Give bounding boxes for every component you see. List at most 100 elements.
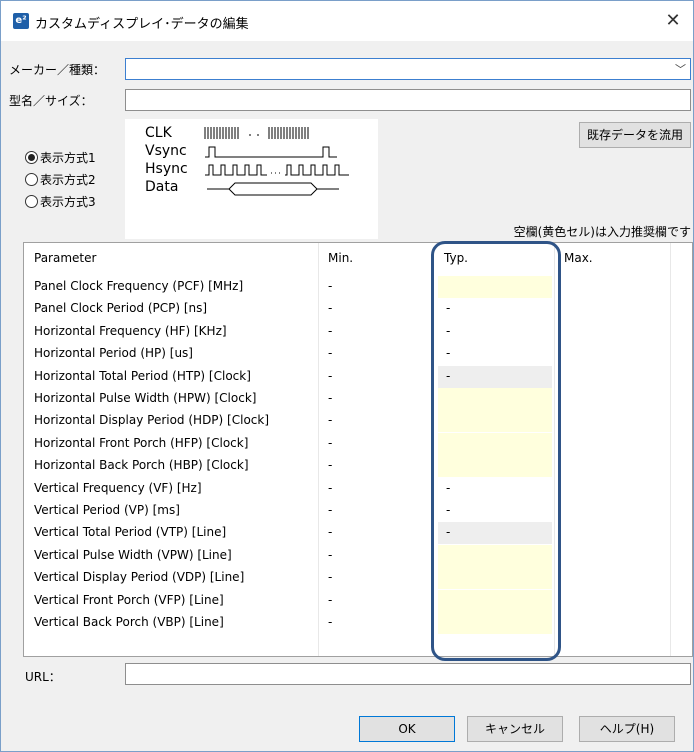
max-cell[interactable]: [555, 590, 669, 612]
parameter-name: Vertical Frequency (VF) [Hz]: [34, 480, 202, 495]
max-cell[interactable]: [555, 410, 669, 432]
min-cell: -: [328, 480, 333, 495]
input-recommended-note: 空欄(黄色セル)は入力推奨欄です: [513, 225, 691, 239]
radio-selected-icon: [25, 151, 38, 164]
max-cell[interactable]: [555, 567, 669, 589]
min-cell: -: [328, 301, 333, 316]
table-row: Horizontal Period (HP) [us] - -: [24, 343, 692, 365]
timing-waveforms: [204, 127, 349, 196]
max-cell[interactable]: [555, 455, 669, 477]
parameter-name: Horizontal Total Period (HTP) [Clock]: [34, 368, 251, 383]
maker-label: メーカー／種類：: [9, 63, 106, 77]
max-cell[interactable]: [555, 522, 669, 544]
timing-diagram: CLK Vsync Hsync Data: [125, 119, 378, 239]
table-row: Horizontal Frequency (HF) [KHz] - -: [24, 321, 692, 343]
ok-button[interactable]: OK: [359, 716, 455, 742]
table-row: Vertical Display Period (VDP) [Line] -: [24, 567, 692, 590]
parameter-table: Parameter Min. Typ. Max. Panel Clock Fre…: [23, 242, 693, 657]
url-label: URL：: [25, 670, 61, 684]
min-cell: -: [328, 323, 333, 338]
table-row: Horizontal Front Porch (HFP) [Clock] -: [24, 432, 692, 455]
min-cell: -: [328, 346, 333, 361]
radio-icon: [25, 195, 38, 208]
url-input[interactable]: [125, 663, 691, 685]
parameter-name: Vertical Period (VP) [ms]: [34, 503, 180, 517]
parameter-name: Horizontal Front Porch (HFP) [Clock]: [34, 435, 249, 450]
parameter-name: Horizontal Pulse Width (HPW) [Clock]: [34, 391, 257, 405]
close-icon[interactable]: ✕: [659, 7, 687, 35]
parameter-name: Horizontal Period (HP) [us]: [34, 346, 193, 361]
display-mode-3-label: 表示方式3: [40, 195, 96, 209]
display-mode-2-radio[interactable]: 表示方式2: [25, 171, 96, 188]
table-row: Vertical Period (VP) [ms] - -: [24, 500, 692, 522]
header-max: Max.: [564, 251, 593, 265]
table-row: Panel Clock Period (PCP) [ns] - -: [24, 298, 692, 320]
min-cell: -: [328, 279, 333, 293]
radio-icon: [25, 173, 38, 186]
help-button[interactable]: ヘルプ(H): [579, 716, 675, 742]
table-row: Vertical Back Porch (VBP) [Line] -: [24, 612, 692, 634]
max-cell[interactable]: [555, 388, 669, 410]
table-row: Vertical Frequency (VF) [Hz] - -: [24, 478, 692, 500]
parameter-name: Vertical Back Porch (VBP) [Line]: [34, 615, 224, 629]
display-mode-1-label: 表示方式1: [40, 151, 96, 165]
max-cell[interactable]: [555, 276, 669, 298]
table-row: Horizontal Back Porch (HBP) [Clock] -: [24, 455, 692, 478]
min-cell: -: [328, 458, 333, 473]
min-cell: -: [328, 413, 333, 428]
vsync-waveform: [205, 146, 337, 158]
table-row: Vertical Total Period (VTP) [Line] - -: [24, 522, 692, 545]
max-cell[interactable]: [555, 366, 669, 388]
model-input[interactable]: [125, 89, 691, 111]
min-cell: -: [328, 615, 333, 629]
min-cell: -: [328, 391, 333, 405]
chevron-down-icon[interactable]: ﹀: [675, 61, 686, 77]
table-row: Panel Clock Frequency (PCF) [MHz] -: [24, 276, 692, 298]
min-cell: -: [328, 368, 333, 383]
max-cell[interactable]: [555, 500, 669, 522]
hsync-waveform: [205, 164, 349, 176]
window-title: カスタムディスプレイ･データの編集: [35, 17, 249, 32]
typ-column-highlight: [431, 241, 561, 661]
cancel-button[interactable]: キャンセル: [467, 716, 563, 742]
clk-waveform: [204, 127, 309, 139]
min-cell: -: [328, 525, 333, 540]
parameter-name: Vertical Total Period (VTP) [Line]: [34, 525, 227, 540]
min-cell: -: [328, 547, 333, 562]
display-mode-1-radio[interactable]: 表示方式1: [25, 149, 96, 166]
min-cell: -: [328, 592, 333, 607]
max-cell[interactable]: [555, 433, 669, 455]
parameter-name: Horizontal Display Period (HDP) [Clock]: [34, 413, 270, 428]
data-waveform: [207, 182, 339, 196]
parameter-name: Panel Clock Period (PCP) [ns]: [34, 301, 208, 316]
model-label: 型名／サイズ：: [9, 94, 93, 108]
header-parameter: Parameter: [34, 251, 97, 265]
parameter-name: Panel Clock Frequency (PCF) [MHz]: [34, 279, 244, 293]
maker-combo[interactable]: ﹀: [125, 58, 691, 80]
table-row: Vertical Pulse Width (VPW) [Line] -: [24, 544, 692, 567]
parameter-name: Vertical Display Period (VDP) [Line]: [34, 570, 245, 585]
max-cell[interactable]: [555, 545, 669, 567]
parameter-name: Vertical Pulse Width (VPW) [Line]: [34, 547, 232, 562]
dialog-body: メーカー／種類： ﹀ 型名／サイズ： 表示方式1 表示方式2 表示方式3 CLK…: [1, 41, 693, 751]
app-icon: e²: [13, 13, 29, 29]
max-cell[interactable]: [555, 298, 669, 320]
min-cell: -: [328, 435, 333, 450]
max-cell[interactable]: [555, 612, 669, 634]
parameter-name: Horizontal Frequency (HF) [KHz]: [34, 323, 227, 338]
table-row: Vertical Front Porch (VFP) [Line] -: [24, 589, 692, 612]
max-cell[interactable]: [555, 343, 669, 365]
copy-existing-data-button[interactable]: 既存データを流用: [579, 122, 691, 148]
display-mode-3-radio[interactable]: 表示方式3: [25, 193, 96, 210]
table-row: Horizontal Total Period (HTP) [Clock] - -: [24, 365, 692, 388]
table-row: Horizontal Pulse Width (HPW) [Clock] -: [24, 388, 692, 410]
max-cell[interactable]: [555, 321, 669, 343]
table-row: Horizontal Display Period (HDP) [Clock] -: [24, 410, 692, 433]
title-bar: e² カスタムディスプレイ･データの編集 ✕: [1, 1, 693, 41]
parameter-name: Vertical Front Porch (VFP) [Line]: [34, 592, 224, 607]
max-cell[interactable]: [555, 478, 669, 500]
parameter-name: Horizontal Back Porch (HBP) [Clock]: [34, 458, 249, 473]
min-cell: -: [328, 570, 333, 585]
min-cell: -: [328, 503, 333, 517]
header-min: Min.: [328, 251, 354, 265]
